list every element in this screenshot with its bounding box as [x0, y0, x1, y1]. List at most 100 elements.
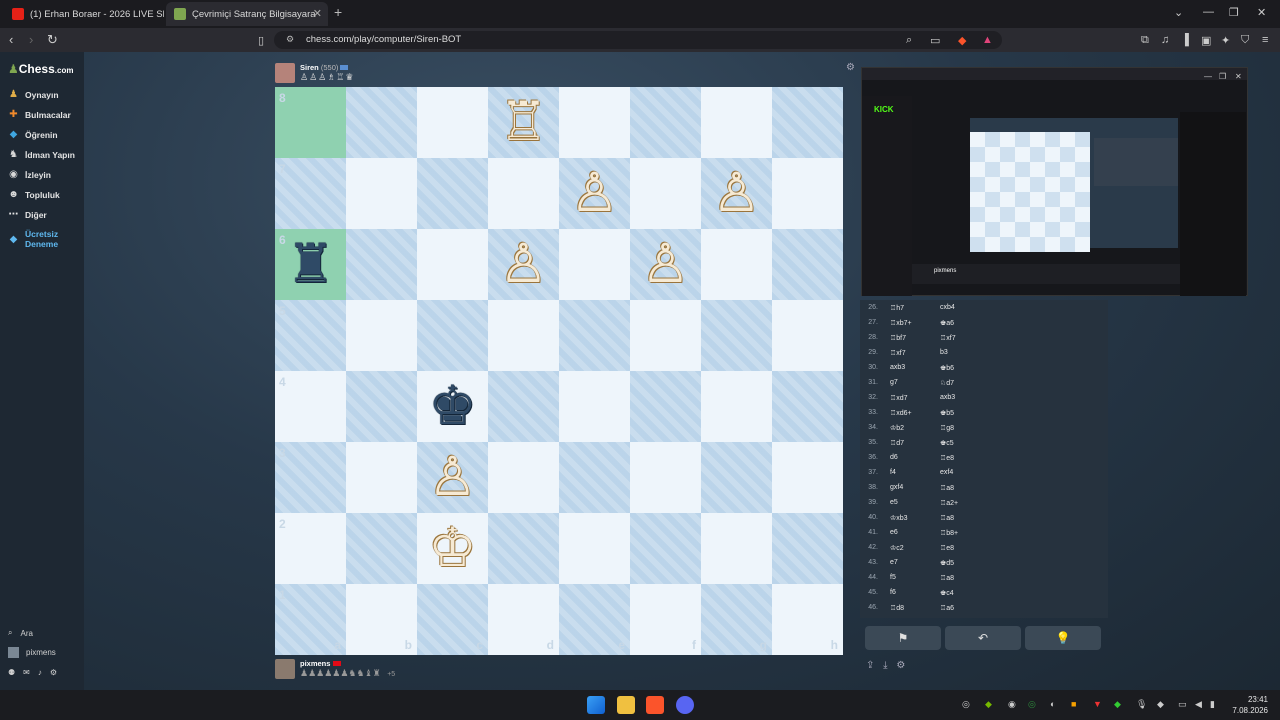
square-a6[interactable]: 6 ♜ — [275, 229, 346, 300]
black-king[interactable]: ♚ — [417, 371, 488, 442]
square-d3[interactable] — [488, 442, 559, 513]
tray-app-icon[interactable]: ◎ — [962, 699, 970, 710]
sidebar-item-train[interactable]: ♞ İdman Yapın — [8, 149, 75, 160]
white-move[interactable]: ♖xd7 — [890, 394, 908, 402]
stream-preview-window[interactable]: — ❐ ✕ KICK pixmens — [861, 67, 1248, 296]
square-b7[interactable] — [346, 158, 417, 229]
tray-app-icon[interactable]: ▼ — [1093, 699, 1102, 709]
avatar[interactable] — [275, 659, 295, 679]
sidebar-item-community[interactable]: ☻ Topluluk — [8, 189, 60, 200]
white-pawn[interactable]: ♙ — [559, 158, 630, 229]
square-d5[interactable] — [488, 300, 559, 371]
white-move[interactable]: e5 — [890, 499, 898, 506]
file-explorer-icon[interactable] — [617, 696, 635, 714]
square-c7[interactable] — [417, 158, 488, 229]
close-window-button[interactable]: ✕ — [1235, 72, 1242, 81]
square-f6[interactable]: ♙ — [630, 229, 701, 300]
new-tab-button[interactable]: + — [334, 4, 342, 20]
cast-icon[interactable]: ▭ — [930, 34, 940, 47]
brave-browser-icon[interactable] — [646, 696, 664, 714]
black-move[interactable]: ♖a8 — [940, 574, 954, 582]
download-icon[interactable]: ⤓ — [883, 660, 887, 671]
steam-icon[interactable]: ◉ — [1008, 699, 1016, 710]
hint-button[interactable]: 💡 — [1025, 626, 1101, 650]
volume-icon[interactable]: ◀ — [1195, 699, 1202, 710]
white-move[interactable]: ♖h7 — [890, 304, 904, 312]
friends-icon[interactable]: ⚉ — [8, 668, 23, 677]
square-d4[interactable] — [488, 371, 559, 442]
black-move[interactable]: ♖b8+ — [940, 529, 958, 537]
chess-board[interactable]: 8 ♖ 7 ♙ ♙ 6 ♜ ♙ ♙ 5 4 ♚ 3 ♙ 2 ♔ 1 a b c d e f g h — [275, 87, 843, 655]
close-window-button[interactable]: ✕ — [1257, 6, 1266, 19]
move-list[interactable]: 26. ♖h7 cxb4 27. ♖xb7+ ♚a6 28. ♖bf7 ♖xf7 29. ♖xf7 b… — [860, 300, 1108, 618]
white-move[interactable]: ♖xf7 — [890, 349, 906, 357]
minimize-button[interactable]: — — [1203, 6, 1214, 18]
square-b5[interactable] — [346, 300, 417, 371]
white-move[interactable]: e7 — [890, 559, 898, 566]
square-h4[interactable] — [772, 371, 843, 442]
square-f8[interactable] — [630, 87, 701, 158]
white-move[interactable]: f5 — [890, 574, 896, 581]
maximize-button[interactable]: ❐ — [1229, 6, 1239, 19]
white-move[interactable]: axb3 — [890, 364, 905, 371]
square-a7[interactable]: 7 — [275, 158, 346, 229]
bot-avatar[interactable] — [275, 63, 295, 83]
white-move[interactable]: f4 — [890, 469, 896, 476]
sidebar-item-play[interactable]: ♟ Oynayın — [8, 89, 59, 100]
white-rook[interactable]: ♖ — [488, 87, 559, 158]
square-b8[interactable] — [346, 87, 417, 158]
close-tab-icon[interactable]: ✕ — [313, 7, 322, 20]
black-move[interactable]: ♖a8 — [940, 514, 954, 522]
undo-button[interactable]: ↶ — [945, 626, 1021, 650]
square-g5[interactable] — [701, 300, 772, 371]
browser-tab-youtube[interactable]: (1) Erhan Boraer - 2026 LIVE SET — [4, 2, 164, 26]
square-d1[interactable]: d — [488, 584, 559, 655]
square-f3[interactable] — [630, 442, 701, 513]
vpn-icon[interactable]: ⛉ — [1241, 34, 1249, 47]
sidebar-item-learn[interactable]: ◆ Öğrenin — [8, 129, 58, 140]
board-settings-icon[interactable]: ⚙ — [846, 62, 855, 73]
square-c2[interactable]: ♔ — [417, 513, 488, 584]
square-e3[interactable] — [559, 442, 630, 513]
square-d8[interactable]: ♖ — [488, 87, 559, 158]
white-move[interactable]: ♔c2 — [890, 544, 904, 552]
black-move[interactable]: ♖xf7 — [940, 334, 956, 342]
square-h3[interactable] — [772, 442, 843, 513]
tray-app-icon[interactable]: ◎ — [1028, 699, 1036, 710]
sidebar-item-watch[interactable]: ◉ İzleyin — [8, 169, 51, 180]
battery-icon[interactable]: ▮ — [1210, 699, 1215, 710]
sidebar-item-puzzles[interactable]: ✚ Bulmacalar — [8, 109, 71, 120]
tray-app-icon[interactable]: ■ — [1071, 699, 1076, 709]
black-move[interactable]: ♚a6 — [940, 319, 954, 327]
black-move[interactable]: b3 — [940, 349, 948, 356]
white-pawn[interactable]: ♙ — [488, 229, 559, 300]
zoom-icon[interactable]: ⌕ — [906, 34, 912, 47]
white-pawn[interactable]: ♙ — [701, 158, 772, 229]
leo-ai-icon[interactable]: ✦ — [1221, 34, 1230, 47]
tab-search-icon[interactable]: ⌄ — [1174, 6, 1183, 19]
black-move[interactable]: ♖a2+ — [940, 499, 958, 507]
sidebar-user[interactable]: pixmens — [8, 647, 56, 658]
minimize-button[interactable]: — — [1204, 72, 1212, 81]
black-move[interactable]: axb3 — [940, 394, 955, 401]
back-icon[interactable]: ‹ — [9, 32, 13, 47]
black-rook[interactable]: ♜ — [275, 229, 346, 300]
black-move[interactable]: ♖a8 — [940, 484, 954, 492]
square-e6[interactable] — [559, 229, 630, 300]
square-f2[interactable] — [630, 513, 701, 584]
white-move[interactable]: f6 — [890, 589, 896, 596]
white-move[interactable]: ♖xd6+ — [890, 409, 912, 417]
white-move[interactable]: ♔b2 — [890, 424, 904, 432]
black-move[interactable]: ♚c5 — [940, 439, 954, 447]
white-move[interactable]: g7 — [890, 379, 898, 386]
square-g2[interactable] — [701, 513, 772, 584]
square-c1[interactable]: c — [417, 584, 488, 655]
square-b1[interactable]: b — [346, 584, 417, 655]
clock[interactable]: 23:41 7.08.2026 — [1232, 694, 1268, 716]
black-move[interactable]: ♚d5 — [940, 559, 954, 567]
square-b4[interactable] — [346, 371, 417, 442]
square-a5[interactable]: 5 — [275, 300, 346, 371]
white-move[interactable]: ♖xb7+ — [890, 319, 912, 327]
square-d2[interactable] — [488, 513, 559, 584]
settings-icon[interactable]: ⚙ — [896, 660, 905, 671]
